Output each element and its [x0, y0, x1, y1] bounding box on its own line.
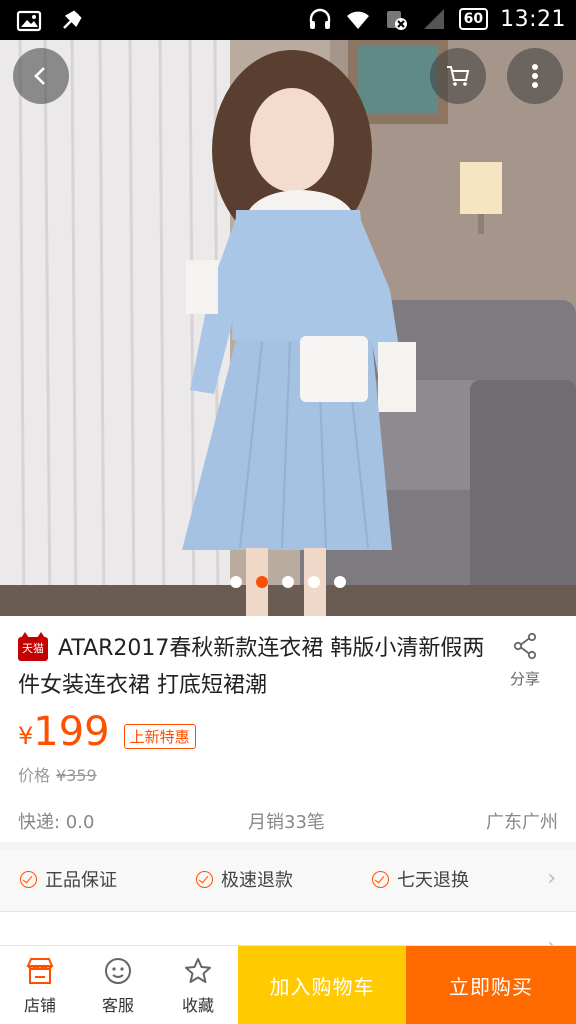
ship-from-location: 广东广州	[486, 812, 558, 833]
carousel-indicator	[0, 576, 576, 588]
carousel-dot[interactable]	[334, 576, 346, 588]
wifi-icon	[346, 11, 369, 29]
check-circle-icon	[196, 870, 213, 888]
star-icon	[185, 958, 211, 983]
service-guarantees[interactable]: 正品保证 极速退款 七天退换 ›	[0, 850, 576, 912]
price-value: 199	[33, 709, 110, 755]
chevron-right-icon: ›	[547, 866, 556, 891]
carousel-dot[interactable]	[256, 576, 268, 588]
customer-service-icon	[105, 958, 131, 984]
price-row: ¥ 199 上新特惠	[18, 708, 196, 756]
carousel-dot[interactable]	[230, 576, 242, 588]
tmall-badge: 天猫	[18, 632, 48, 661]
shop-label: 店铺	[23, 996, 56, 1015]
guarantee-label: 极速退款	[221, 870, 293, 891]
add-to-cart-button[interactable]: 加入购物车	[238, 946, 406, 1024]
favorite-button[interactable]: 收藏	[158, 952, 238, 1016]
product-title: 天猫 ATAR2017春秋新款连衣裙 韩版小清新假两件女装连衣裙 打底短裙潮	[18, 630, 488, 704]
shop-icon	[26, 958, 54, 984]
section-divider	[0, 842, 576, 850]
product-title-block: 天猫 ATAR2017春秋新款连衣裙 韩版小清新假两件女装连衣裙 打底短裙潮	[18, 630, 488, 704]
share-button[interactable]: 分享	[500, 630, 550, 689]
guarantee-label: 正品保证	[45, 870, 117, 891]
favorite-label: 收藏	[181, 996, 214, 1015]
buy-now-button[interactable]: 立即购买	[406, 946, 576, 1024]
signal-icon	[423, 9, 444, 29]
delivery-info-row: 快递: 0.0 月销33笔 广东广州	[0, 808, 576, 834]
check-circle-icon	[20, 870, 37, 888]
shipping-fee: 快递: 0.0	[18, 812, 95, 833]
promo-tag: 上新特惠	[123, 723, 196, 749]
monthly-sales: 月销33笔	[248, 812, 325, 833]
guarantee-7day-return: 七天退换	[372, 866, 469, 892]
carousel-dot[interactable]	[308, 576, 320, 588]
status-bar: 60 13:21	[0, 0, 576, 40]
back-button[interactable]	[13, 48, 69, 104]
usb-debug-icon	[63, 10, 82, 29]
price-currency: ¥	[18, 722, 34, 750]
back-icon	[34, 67, 45, 85]
no-sim-icon	[386, 11, 407, 30]
headset-icon	[309, 8, 330, 29]
shop-button[interactable]: 店铺	[0, 952, 80, 1016]
original-price-row: 价格 ¥359	[18, 762, 97, 786]
product-title-text: ATAR2017春秋新款连衣裙 韩版小清新假两件女装连衣裙 打底短裙潮	[18, 636, 485, 698]
gallery-icon	[16, 10, 42, 32]
product-image-carousel[interactable]	[0, 40, 576, 616]
share-icon	[513, 632, 537, 660]
guarantee-authentic: 正品保证	[20, 866, 117, 892]
customer-service-label: 客服	[101, 996, 134, 1015]
original-price: ¥359	[56, 766, 97, 785]
product-photo	[0, 40, 576, 616]
share-label: 分享	[509, 670, 540, 688]
customer-service-button[interactable]: 客服	[78, 952, 158, 1016]
carousel-dot[interactable]	[282, 576, 294, 588]
original-price-label: 价格	[18, 766, 51, 785]
battery-indicator: 60	[458, 8, 489, 30]
guarantee-fast-refund: 极速退款	[196, 866, 293, 892]
bottom-action-bar: 店铺 客服 收藏 加入购物车 立即购买	[0, 945, 576, 1024]
more-icon	[532, 64, 538, 88]
more-button[interactable]	[507, 48, 563, 104]
check-circle-icon	[372, 870, 389, 888]
cart-button[interactable]	[430, 48, 486, 104]
clock: 13:21	[500, 6, 566, 32]
cart-icon	[447, 66, 470, 86]
guarantee-label: 七天退换	[397, 870, 469, 891]
